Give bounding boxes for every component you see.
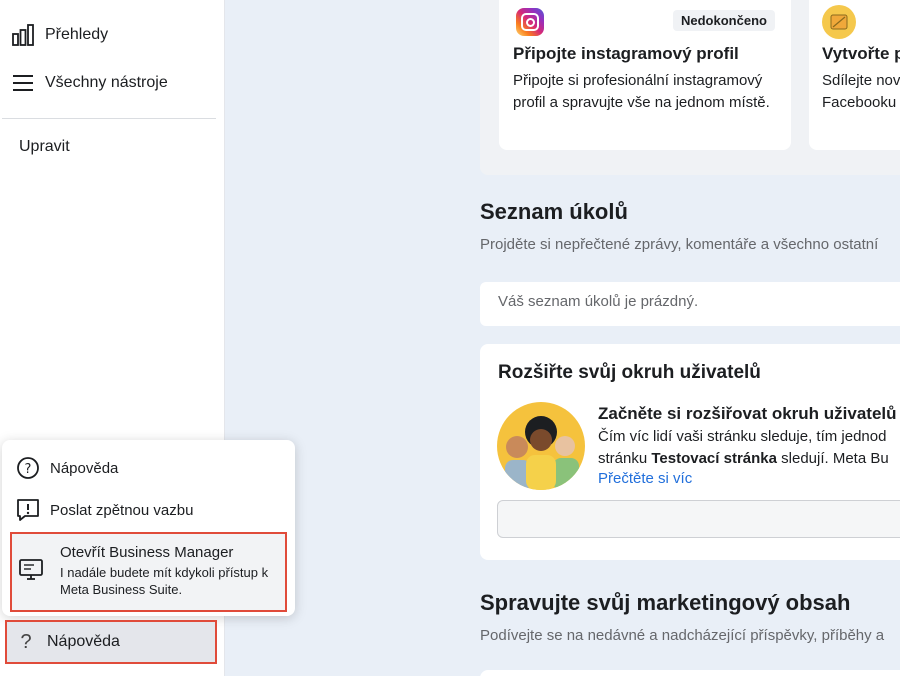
grow-line-2-post: sledují. Meta Bu (776, 450, 889, 467)
grow-paragraph: Čím víc lidí vaši stránku sleduje, tím j… (598, 426, 900, 470)
read-more-link[interactable]: Přečtěte si víc (598, 470, 692, 487)
menu-item-label: Nápověda (50, 459, 119, 477)
sidebar-item-all-tools[interactable]: Všechny nástroje (0, 61, 225, 105)
question-circle-icon: ? (16, 456, 40, 480)
instagram-icon (516, 8, 544, 36)
marketing-title: Spravujte svůj marketingový obsah (480, 590, 851, 615)
help-button-label: Nápověda (47, 633, 120, 650)
facebook-card-description: Sdílejte nov Facebooku (822, 72, 900, 111)
question-icon: ? (20, 630, 32, 653)
grow-heading: Začněte si rozšiřovat okruh uživatelů (598, 404, 897, 423)
status-badge: Nedokončeno (673, 10, 775, 31)
menu-item-label: Poslat zpětnou vazbu (50, 501, 194, 519)
marketing-card (480, 670, 900, 676)
sidebar-item-label: Přehledy (45, 26, 109, 43)
bar-chart-icon (12, 24, 34, 46)
menu-icon (12, 72, 34, 94)
menu-item-help[interactable]: ? Nápověda (16, 456, 118, 480)
marketing-subtitle: Podívejte se na nedávné a nadcházející p… (480, 627, 885, 644)
business-manager-title: Otevřít Business Manager (60, 544, 234, 561)
facebook-card-title: Vytvořte p (822, 44, 900, 63)
sidebar-item-overview[interactable]: Přehledy (0, 13, 225, 57)
people-illustration (497, 402, 585, 490)
page-name: Testovací stránka (651, 450, 777, 467)
instagram-card-title: Připojte instagramový profil (513, 44, 739, 63)
svg-text:?: ? (25, 462, 32, 477)
instagram-card-description: Připojte si profesionální instagramový p… (513, 72, 770, 111)
edit-link[interactable]: Upravit (19, 138, 70, 156)
post-icon (822, 5, 856, 39)
grow-line-1: Čím víc lidí vaši stránku sleduje, tím j… (598, 428, 887, 445)
help-button[interactable]: ? Nápověda (5, 620, 217, 664)
business-manager-description: I nadále budete mít kdykoli přístup k Me… (60, 565, 269, 597)
menu-item-feedback[interactable]: Poslat zpětnou vazbu (16, 498, 193, 522)
tasks-title: Seznam úkolů (480, 199, 628, 224)
sidebar-divider (2, 118, 216, 119)
monitor-icon (18, 558, 44, 582)
feedback-icon (16, 498, 40, 522)
grow-line-2-pre: stránku (598, 450, 652, 467)
grow-card-title: Rozšiřte svůj okruh uživatelů (498, 362, 761, 383)
tasks-subtitle: Projděte si nepřečtené zprávy, komentáře… (480, 236, 879, 253)
grow-line-2: stránku Testovací stránka sledují. Meta … (598, 448, 900, 470)
sidebar-item-label: Všechny nástroje (45, 74, 168, 91)
tasks-empty-state: Váš seznam úkolů je prázdný. (480, 282, 900, 326)
invite-input[interactable] (497, 500, 900, 538)
open-business-manager-item[interactable]: Otevřít Business Manager I nadále budete… (10, 532, 287, 612)
